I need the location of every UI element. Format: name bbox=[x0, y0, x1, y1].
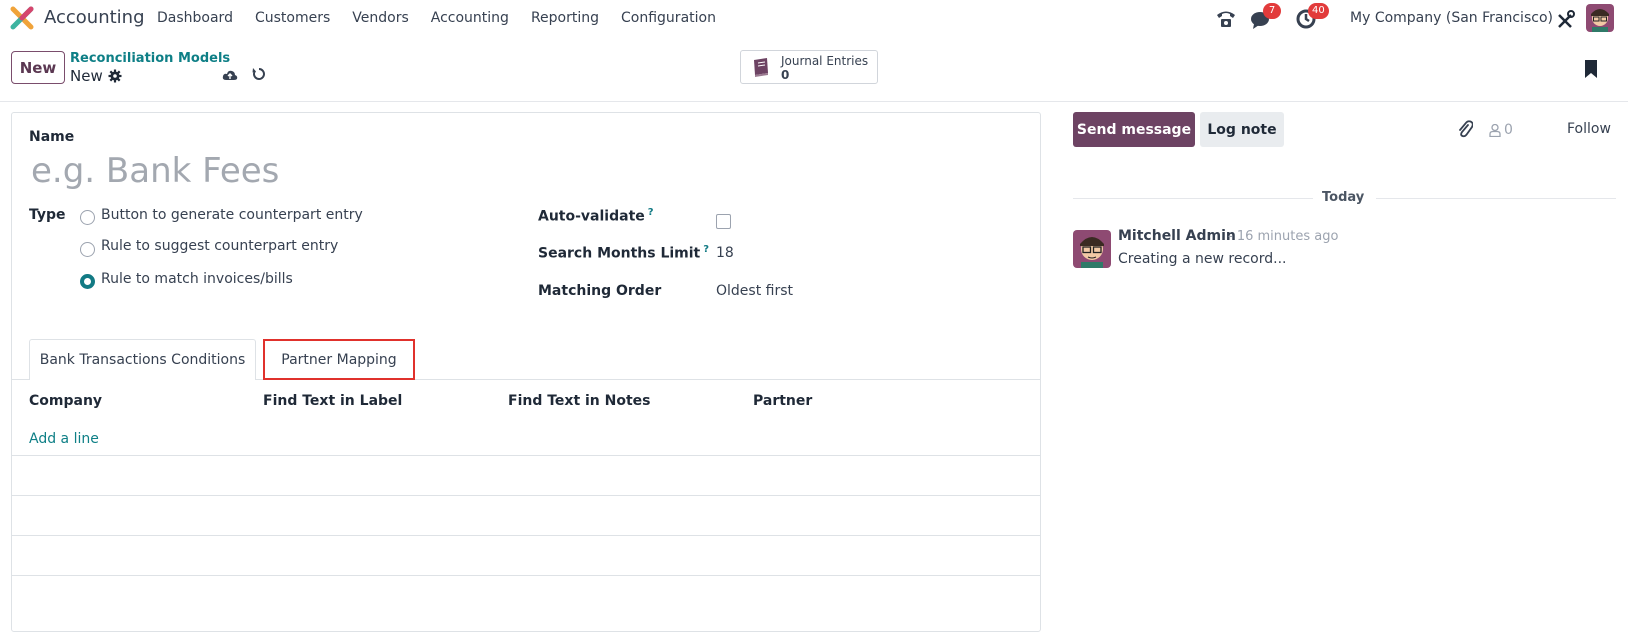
user-avatar-icon bbox=[1586, 4, 1614, 32]
activity-badge: 40 bbox=[1308, 3, 1329, 19]
add-a-line-link[interactable]: Add a line bbox=[29, 431, 99, 447]
message-body: Creating a new record... bbox=[1118, 251, 1287, 267]
message-author-avatar[interactable] bbox=[1073, 230, 1111, 268]
cloud-save-icon[interactable] bbox=[222, 68, 238, 82]
author-avatar-icon bbox=[1073, 230, 1111, 268]
log-note-button[interactable]: Log note bbox=[1200, 112, 1284, 147]
new-record-button[interactable]: New bbox=[11, 51, 65, 84]
discard-icon[interactable] bbox=[252, 67, 266, 81]
table-row bbox=[12, 575, 1040, 576]
matching-order-label: Matching Order bbox=[538, 283, 662, 299]
chat-badge: 7 bbox=[1263, 3, 1281, 19]
type-option-label[interactable]: Rule to suggest counterpart entry bbox=[101, 238, 338, 254]
matching-order-select[interactable]: Oldest first bbox=[716, 283, 793, 299]
journal-entries-smart-button[interactable]: Journal Entries 0 bbox=[740, 50, 878, 84]
smart-button-label: Journal Entries bbox=[781, 54, 869, 68]
company-switcher[interactable]: My Company (San Francisco) bbox=[1350, 10, 1553, 26]
bookmark-icon[interactable] bbox=[1585, 60, 1597, 78]
column-header-find-text-notes[interactable]: Find Text in Notes bbox=[508, 393, 651, 409]
app-name[interactable]: Accounting bbox=[44, 7, 145, 28]
search-months-input[interactable]: 18 bbox=[716, 245, 734, 261]
menu-vendors[interactable]: Vendors bbox=[352, 10, 408, 26]
name-label: Name bbox=[29, 129, 75, 145]
type-radio-match-invoices[interactable] bbox=[80, 274, 95, 289]
followers-count[interactable]: 0 bbox=[1504, 122, 1513, 138]
main-menu: Dashboard Customers Vendors Accounting R… bbox=[157, 10, 738, 26]
message-author[interactable]: Mitchell Admin bbox=[1118, 228, 1236, 244]
paperclip-icon[interactable] bbox=[1457, 120, 1473, 138]
breadcrumb-current: New bbox=[70, 67, 103, 85]
menu-reporting[interactable]: Reporting bbox=[531, 10, 599, 26]
table-row bbox=[12, 495, 1040, 496]
auto-validate-label-text: Auto-validate bbox=[538, 208, 645, 225]
type-radio-button-entry[interactable] bbox=[80, 210, 95, 225]
date-separator-line bbox=[1376, 198, 1616, 199]
help-icon[interactable]: ? bbox=[703, 244, 709, 255]
auto-validate-label: Auto-validate? bbox=[538, 207, 654, 225]
column-header-find-text-label[interactable]: Find Text in Label bbox=[263, 393, 402, 409]
search-months-label-text: Search Months Limit bbox=[538, 245, 701, 262]
date-separator: Today bbox=[1322, 190, 1365, 205]
type-option-label[interactable]: Rule to match invoices/bills bbox=[101, 271, 293, 287]
phone-icon[interactable] bbox=[1215, 6, 1237, 32]
type-label: Type bbox=[29, 207, 66, 223]
smart-button-count: 0 bbox=[781, 68, 790, 82]
column-header-company[interactable]: Company bbox=[29, 393, 102, 409]
gear-icon[interactable] bbox=[108, 69, 122, 83]
type-radio-suggest[interactable] bbox=[80, 242, 95, 257]
debug-tools-icon[interactable] bbox=[1556, 6, 1576, 32]
name-input[interactable]: e.g. Bank Fees bbox=[31, 151, 279, 191]
breadcrumb-parent[interactable]: Reconciliation Models bbox=[70, 51, 230, 66]
table-row bbox=[12, 535, 1040, 536]
auto-validate-checkbox[interactable] bbox=[716, 214, 731, 229]
form-sheet: Name e.g. Bank Fees Type Button to gener… bbox=[11, 112, 1041, 632]
tab-bank-transactions-conditions[interactable]: Bank Transactions Conditions bbox=[29, 339, 256, 380]
activities-button[interactable]: 40 bbox=[1296, 3, 1329, 32]
menu-configuration[interactable]: Configuration bbox=[621, 10, 716, 26]
column-header-partner[interactable]: Partner bbox=[753, 393, 812, 409]
follow-button[interactable]: Follow bbox=[1567, 121, 1611, 137]
tab-partner-mapping[interactable]: Partner Mapping bbox=[263, 339, 415, 380]
send-message-button[interactable]: Send message bbox=[1073, 112, 1195, 147]
menu-customers[interactable]: Customers bbox=[255, 10, 330, 26]
message-timestamp: - 16 minutes ago bbox=[1228, 229, 1339, 244]
date-separator-line bbox=[1073, 198, 1313, 199]
help-icon[interactable]: ? bbox=[648, 207, 654, 218]
book-icon bbox=[754, 58, 768, 77]
menu-dashboard[interactable]: Dashboard bbox=[157, 10, 233, 26]
menu-accounting[interactable]: Accounting bbox=[431, 10, 509, 26]
control-panel-divider bbox=[0, 101, 1628, 102]
search-months-label: Search Months Limit? bbox=[538, 244, 709, 262]
messages-button[interactable]: 7 bbox=[1250, 3, 1281, 32]
type-option-label[interactable]: Button to generate counterpart entry bbox=[101, 207, 363, 223]
table-row bbox=[12, 455, 1040, 456]
followers-icon[interactable] bbox=[1489, 124, 1501, 137]
top-navbar: Accounting Dashboard Customers Vendors A… bbox=[0, 0, 1628, 37]
user-avatar[interactable] bbox=[1586, 4, 1614, 32]
odoo-accounting-logo-icon[interactable] bbox=[10, 6, 34, 30]
